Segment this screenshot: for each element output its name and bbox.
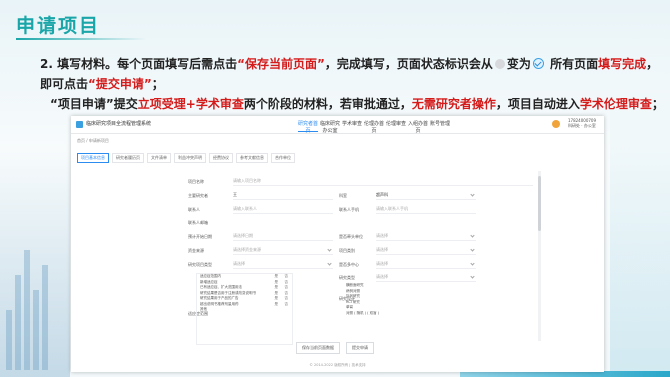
pi-input[interactable]: 王 xyxy=(233,191,333,200)
app-logo-icon xyxy=(76,121,83,128)
nav-item-enroll-home[interactable]: 入组办首页 xyxy=(407,120,429,134)
nav-item-account[interactable]: 账号管理 xyxy=(429,120,451,134)
scrollbar-thumb[interactable] xyxy=(538,176,541,231)
app-header: 临床研究项目全流程管理系统 研究者首页 临床研究办公室 学术审查 伦理办首页 伦… xyxy=(71,116,604,134)
text: ； xyxy=(651,97,664,111)
multi-center-select[interactable]: 请选择 xyxy=(376,260,476,269)
highlight-text: 学术伦理审查 xyxy=(579,97,652,111)
research-category-label: 研究类型 xyxy=(339,275,355,280)
status-complete-icon xyxy=(532,58,544,69)
user-dept: 科研处 · 办公室 xyxy=(568,123,596,128)
breadcrumb: 首页 / 申请新项目 xyxy=(77,138,109,143)
fund-source-select[interactable]: 请选择资金来源 xyxy=(233,246,333,255)
tab-conflict-statement[interactable]: 利益冲突声明 xyxy=(174,153,206,163)
list-item[interactable]: 对照 ( 随机 ) ( 双盲 ) xyxy=(346,311,436,317)
multi-center-label: 是否多中心 xyxy=(339,262,359,267)
instruction-line-1: 2. 填写材料。每个页面填写后需点击“保存当前页面”，完成填写，页面状态标识会从… xyxy=(40,55,658,72)
instruction-line-2: 即可点击“提交申请”； xyxy=(40,75,164,92)
highlight-text: “保存当前页面” xyxy=(237,57,325,71)
save-current-page-button[interactable]: 保存当前页面数据 xyxy=(296,342,340,354)
contact-phone-input[interactable]: 请输入联系人手机 xyxy=(376,205,476,214)
tab-researcher-resume[interactable]: 研究者履历页 xyxy=(112,153,144,163)
contact-input[interactable]: 请输入联系人 xyxy=(233,205,333,214)
tab-basic-info[interactable]: 项目基本信息 xyxy=(77,153,109,163)
text: “项目申请”提交 xyxy=(50,97,138,111)
research-category-select[interactable]: 请选择 xyxy=(376,273,476,282)
tab-partner-units[interactable]: 合作单位 xyxy=(271,153,295,163)
design-list: 横断面研究 病例对照 队列研究 RCT研究 单臂 对照 ( 随机 ) ( 双盲 … xyxy=(346,283,436,345)
highlight-text: 立项受理+学术审查 xyxy=(137,97,244,111)
contact-phone-label: 联系人手机 xyxy=(339,207,359,212)
text: 2. 填写材料。每个页面填写后需点击 xyxy=(40,57,238,71)
active-nav-indicator xyxy=(298,131,318,132)
step-tabs: 项目基本信息 研究者履历页 文件清单 利益冲突声明 经费协议 参考文献信息 合作… xyxy=(77,153,295,163)
app-name: 临床研究项目全流程管理系统 xyxy=(86,121,152,127)
app-screenshot: 临床研究项目全流程管理系统 研究者首页 临床研究办公室 学术审查 伦理办首页 伦… xyxy=(71,116,604,372)
project-name-input[interactable]: 请输入项目名称 xyxy=(233,177,533,186)
text: 所有页面 xyxy=(550,57,599,71)
status-incomplete-icon xyxy=(494,59,505,69)
highlight-text: 无需研究者操作 xyxy=(411,97,496,111)
submit-application-button[interactable]: 提交申请 xyxy=(346,342,374,354)
scope-list: 适应症范围内是否 新增适应症是否 已有适应症、扩大范围用法是否 研究结果是否用于… xyxy=(196,273,293,345)
dept-label: 科室 xyxy=(339,193,347,198)
avatar[interactable] xyxy=(552,120,560,128)
background-right-decoration xyxy=(610,90,670,377)
instruction-line-3: “项目申请”提交立项受理+学术审查两个阶段的材料，若审批通过，无需研究者操作，项… xyxy=(50,95,664,112)
project-type-label: 项目类别 xyxy=(339,248,355,253)
form-actions: 保存当前页面数据 提交申请 xyxy=(296,342,374,354)
research-type-label: 研究项目类型 xyxy=(188,262,212,267)
email-label: 联系人邮箱 xyxy=(188,220,208,225)
tab-references[interactable]: 参考文献信息 xyxy=(236,153,268,163)
pi-label: 主要研究者 xyxy=(188,193,208,198)
slide-title: 申请项目 xyxy=(16,15,101,37)
list-item[interactable]: 其他 xyxy=(197,307,292,313)
plan-date-input[interactable]: 请选择日期 xyxy=(233,232,333,241)
tab-funding-agreement[interactable]: 经费协议 xyxy=(209,153,233,163)
app-footer: © 2014-2022 版权所有 | 技术支持 xyxy=(309,363,366,367)
top-nav: 研究者首页 临床研究办公室 学术审查 伦理办首页 伦理审查 入组办首页 账号管理 xyxy=(297,120,451,134)
background-bars-decoration xyxy=(6,230,56,370)
project-type-select[interactable]: 请选择 xyxy=(376,246,476,255)
text: 两个阶段的材料，若审批通过， xyxy=(243,97,412,111)
highlight-text: “提交申请” xyxy=(88,77,152,91)
text: ，项目自动进入 xyxy=(495,97,580,111)
lead-unit-label: 是否牵头单位 xyxy=(339,234,363,239)
text: 即可点击 xyxy=(40,77,89,91)
research-type-select[interactable]: 请选择 xyxy=(233,260,333,269)
project-name-label: 项目名称 xyxy=(188,179,204,184)
tab-file-list[interactable]: 文件清单 xyxy=(147,153,171,163)
nav-item-ethics-home[interactable]: 伦理办首页 xyxy=(363,120,385,134)
lead-unit-select[interactable]: 请选择 xyxy=(376,232,476,241)
text: ； xyxy=(151,77,164,91)
user-info[interactable]: 17824000709 科研处 · 办公室 xyxy=(568,118,596,128)
highlight-text: 填写完成 xyxy=(598,57,647,71)
contact-label: 联系人 xyxy=(188,207,200,212)
title-underline xyxy=(16,38,146,40)
text: ，完成填写，页面状态标识会从 xyxy=(324,57,493,71)
nav-item-clinical-office[interactable]: 临床研究办公室 xyxy=(319,120,341,134)
dept-select[interactable]: 超声科 xyxy=(376,191,476,200)
nav-item-ethics-review[interactable]: 伦理审查 xyxy=(385,120,407,134)
plan-date-label: 预计开始日期 xyxy=(188,234,212,239)
fund-source-label: 资金来源 xyxy=(188,248,204,253)
nav-item-academic-review[interactable]: 学术审查 xyxy=(341,120,363,134)
text: 变为 xyxy=(506,57,531,71)
text: ， xyxy=(646,57,659,71)
